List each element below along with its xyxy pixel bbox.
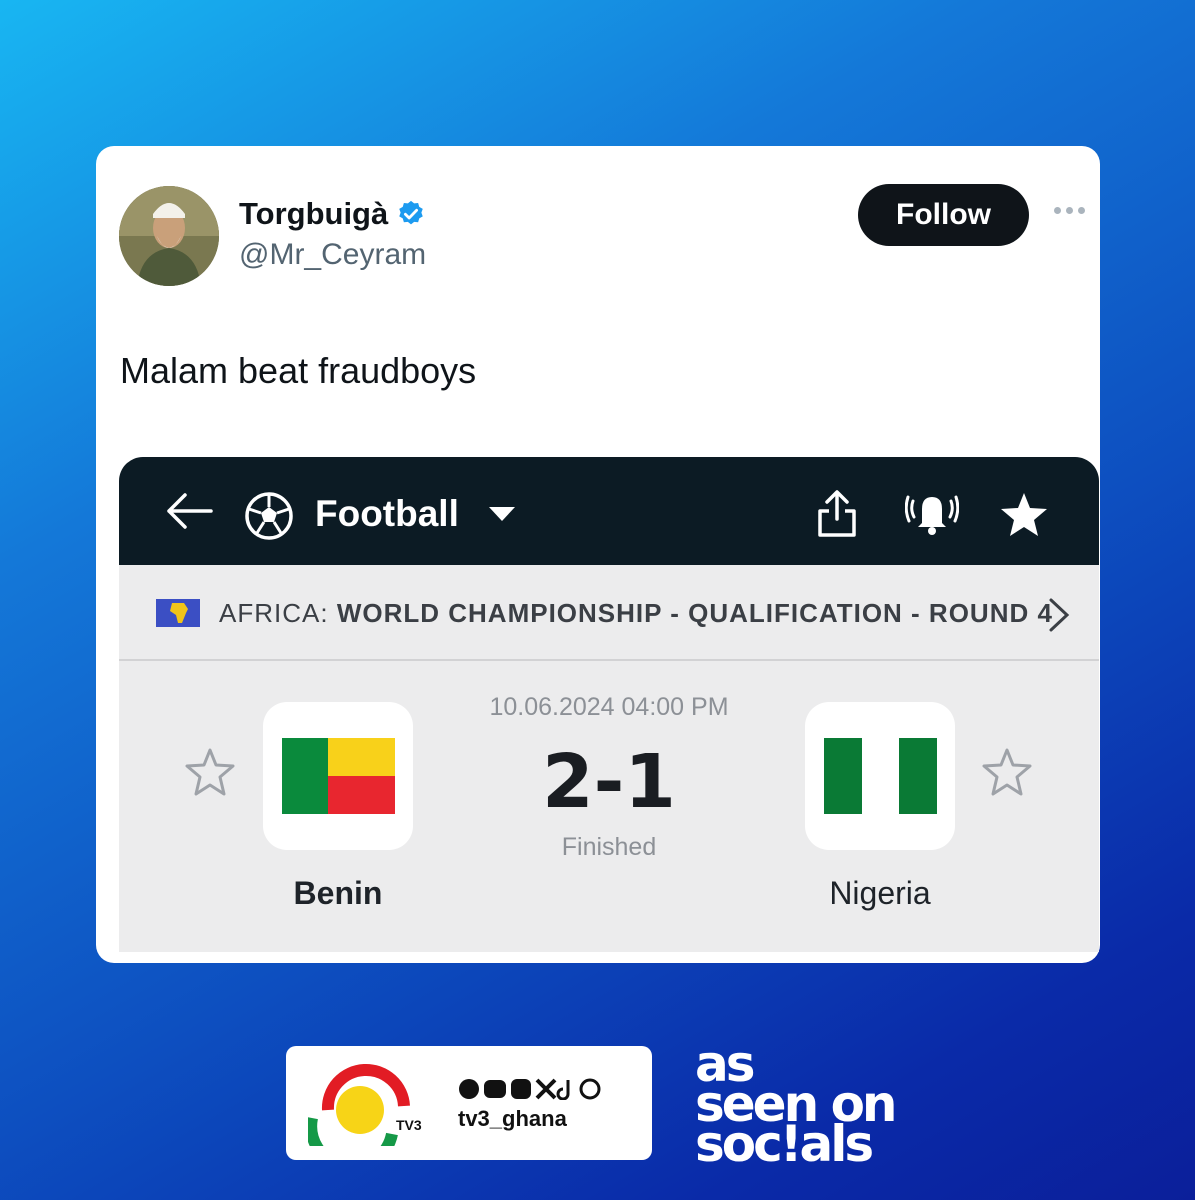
nigeria-flag-icon [824,738,937,814]
share-icon[interactable] [815,489,859,539]
chevron-right-icon[interactable] [1047,597,1071,633]
football-icon [245,492,293,540]
away-team-name[interactable]: Nigeria [780,875,980,912]
display-name[interactable]: Torgbuigà [239,196,388,232]
tv3-branding: TV3 tv3_ghana [286,1046,652,1160]
verified-badge-icon [399,200,423,225]
competition-name: WORLD CHAMPIONSHIP - QUALIFICATION - ROU… [336,598,1053,628]
brand-handle: tv3_ghana [458,1106,567,1131]
notification-bell-icon[interactable] [905,487,959,537]
away-team-star-icon[interactable] [981,747,1033,797]
competition-row[interactable]: AFRICA: WORLD CHAMPIONSHIP - QUALIFICATI… [119,565,1099,661]
follow-button[interactable]: Follow [858,184,1029,246]
tv3-logo-icon: TV3 [308,1064,422,1146]
competition-title: AFRICA: WORLD CHAMPIONSHIP - QUALIFICATI… [219,598,1053,629]
caret-down-icon[interactable] [487,505,517,523]
home-team-star-icon[interactable] [184,747,236,797]
as-seen-on-socials-logo: as seen on soc!als [695,1039,898,1173]
competition-region: AFRICA: [219,598,329,628]
match-status: Finished [561,833,657,861]
tweet-card: Torgbuigà @Mr_Ceyram Follow Malam beat f… [96,146,1100,963]
africa-flag-icon [156,599,200,627]
tweet-text: Malam beat fraudboys [120,350,477,391]
avatar[interactable] [119,186,219,286]
home-team-logo[interactable] [263,702,413,850]
app-top-bar: Football [119,457,1099,565]
back-arrow-icon[interactable] [163,491,215,531]
match-datetime: 10.06.2024 04:00 PM [489,693,729,721]
match-screenshot[interactable]: Football AFRICA: WORLD CHAMPIONSHIP - QU… [119,457,1099,952]
match-score: 2-1 [542,739,676,825]
away-team-logo[interactable] [805,702,955,850]
home-team-name[interactable]: Benin [238,875,438,912]
sport-selector-label[interactable]: Football [315,493,459,535]
author-handle[interactable]: @Mr_Ceyram [239,238,426,272]
social-media-icons [459,1078,601,1100]
socials-logo-line-3: soc!als [695,1115,874,1173]
favorite-star-icon[interactable] [999,491,1049,537]
benin-flag-icon [282,738,395,814]
more-options-icon[interactable] [1054,200,1094,220]
author-name-row: Torgbuigà [239,196,426,232]
tv3-mark: TV3 [396,1117,422,1133]
